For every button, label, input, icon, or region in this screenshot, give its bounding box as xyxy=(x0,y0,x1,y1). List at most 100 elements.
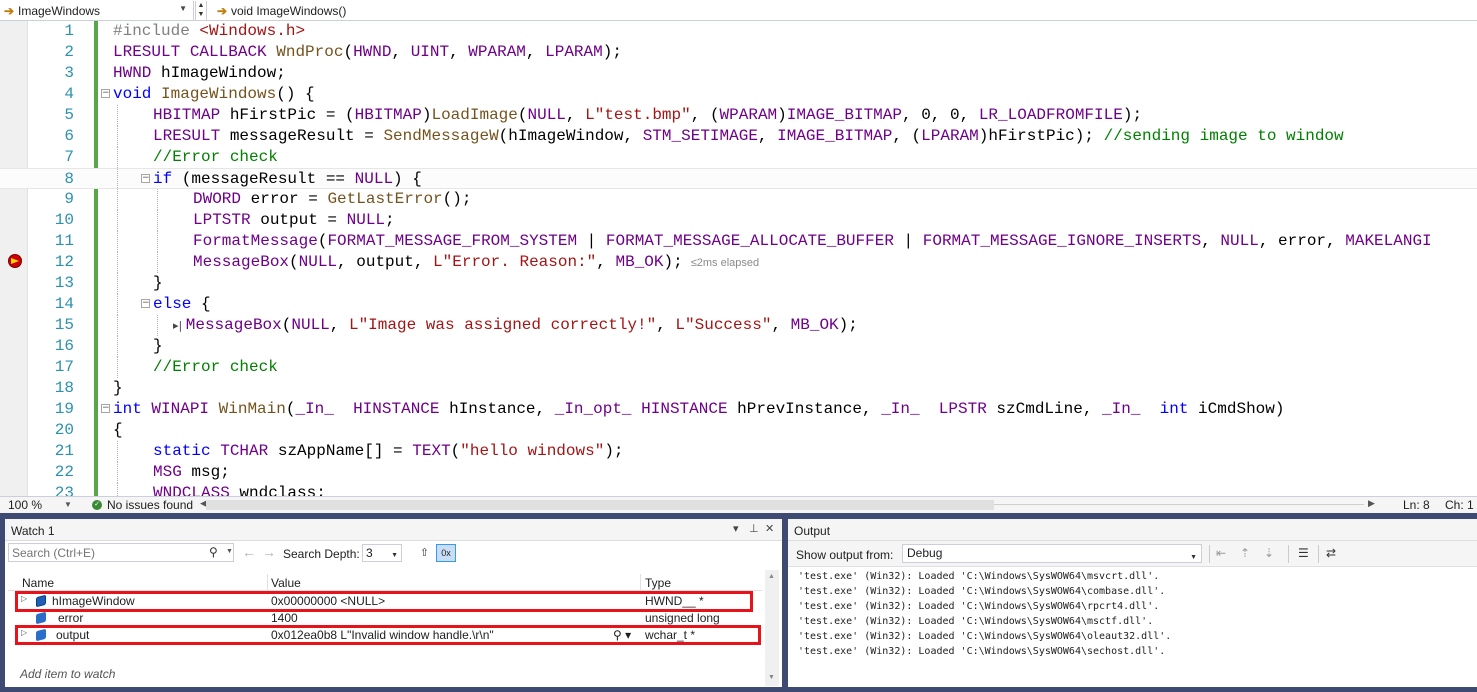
code-line[interactable]: 17 //Error check xyxy=(0,357,1477,378)
code-line[interactable]: 16} xyxy=(0,336,1477,357)
code-line[interactable]: 20 { xyxy=(0,420,1477,441)
code-line[interactable]: 11 FormatMessage(FORMAT_MESSAGE_FROM_SYST… xyxy=(0,231,1477,252)
code-text[interactable]: } xyxy=(153,336,163,357)
code-text[interactable]: static TCHAR szAppName[] = TEXT("hello w… xyxy=(153,441,624,462)
add-item-to-watch[interactable]: Add item to watch xyxy=(20,667,115,681)
watch-search-input[interactable] xyxy=(12,546,202,560)
code-text[interactable]: LRESULT messageResult = SendMessageW(hIm… xyxy=(153,126,1344,147)
collapse-outline-icon[interactable]: − xyxy=(141,174,150,183)
code-line[interactable]: 15 ▸| MessageBox(NULL, L"Image was assign… xyxy=(0,315,1477,336)
code-line[interactable]: 12 MessageBox(NULL, output, L"Error. Reas… xyxy=(0,252,1477,273)
code-token: ( xyxy=(281,316,292,334)
go-to-previous-message-icon[interactable]: ⇡ xyxy=(1240,546,1250,560)
column-header-name[interactable]: Name xyxy=(22,576,54,590)
code-text[interactable]: FormatMessage(FORMAT_MESSAGE_FROM_SYSTEM… xyxy=(193,231,1432,252)
watch-value[interactable]: 1400 xyxy=(271,611,298,625)
code-editor[interactable]: 1 #include <Windows.h> 2 LRESULT CALLBACK W… xyxy=(0,21,1477,496)
column-header-value[interactable]: Value xyxy=(271,576,301,590)
pin-to-source-icon[interactable]: ⇧ xyxy=(416,545,433,562)
close-icon[interactable]: ✕ xyxy=(765,522,774,535)
code-text[interactable]: ▸| MessageBox(NULL, L"Image was assigned… xyxy=(173,315,858,336)
run-to-click-icon[interactable]: ▸| xyxy=(173,319,186,332)
code-text[interactable]: { xyxy=(113,420,123,441)
output-source-select[interactable]: Debug ▼ xyxy=(902,544,1202,563)
code-line[interactable]: 1 #include <Windows.h> xyxy=(0,21,1477,42)
scroll-right-icon[interactable]: ▶ xyxy=(1368,498,1375,509)
code-text[interactable]: } xyxy=(113,378,123,399)
horizontal-scrollbar-track[interactable] xyxy=(994,504,1364,505)
code-text[interactable]: } xyxy=(153,273,163,294)
scroll-down-icon[interactable]: ▼ xyxy=(768,674,775,681)
code-line[interactable]: 9 DWORD error = GetLastError(); xyxy=(0,189,1477,210)
perf-tip[interactable]: ≤2ms elapsed xyxy=(691,257,759,269)
watch-title-bar[interactable]: Watch 1 ▾ ⊥ ✕ xyxy=(5,519,782,541)
search-depth-select[interactable]: 3 ▼ xyxy=(362,544,402,562)
code-line[interactable]: 23 WNDCLASS wndclass; xyxy=(0,483,1477,496)
code-line[interactable]: 4 − void ImageWindows() { xyxy=(0,84,1477,105)
collapse-outline-icon[interactable]: − xyxy=(101,89,110,98)
chevron-down-icon[interactable]: ▼ xyxy=(64,500,72,509)
pin-icon[interactable]: ⊥ xyxy=(749,522,759,535)
code-line[interactable]: 19 − int WINAPI WinMain(_In_ HINSTANCE hIn… xyxy=(0,399,1477,420)
search-icon[interactable]: ⚲ xyxy=(209,545,218,559)
code-line[interactable]: 7 //Error check xyxy=(0,147,1477,168)
code-line[interactable]: 5 HBITMAP hFirstPic = (HBITMAP) LoadImage(… xyxy=(0,105,1477,126)
code-text[interactable]: DWORD error = GetLastError(); xyxy=(193,189,471,210)
collapse-outline-icon[interactable]: − xyxy=(101,404,110,413)
code-text[interactable]: WNDCLASS wndclass; xyxy=(153,483,326,496)
column-divider[interactable] xyxy=(267,574,268,591)
code-line[interactable]: 18} xyxy=(0,378,1477,399)
code-text[interactable]: MSG msg; xyxy=(153,462,230,483)
code-line[interactable]: 3 HWND hImageWindow; xyxy=(0,63,1477,84)
member-dropdown[interactable]: ➔ void ImageWindows() xyxy=(213,1,1477,20)
window-position-dropdown-icon[interactable]: ▾ xyxy=(733,522,739,535)
scope-dropdown[interactable]: ➔ ImageWindows ▼ xyxy=(0,1,194,20)
clear-all-icon[interactable]: ☰ xyxy=(1298,546,1309,560)
code-token: DWORD xyxy=(193,190,242,208)
code-text[interactable]: int WINAPI WinMain(_In_ HINSTANCE hInsta… xyxy=(113,399,1284,420)
zoom-level[interactable]: 100 % xyxy=(8,498,42,512)
back-arrow-icon[interactable]: ← xyxy=(242,544,256,560)
code-text[interactable]: if (messageResult == NULL) { xyxy=(153,169,422,190)
code-token: , xyxy=(656,316,676,334)
scroll-up-icon[interactable]: ▲ xyxy=(768,573,775,580)
output-text-area[interactable]: 'test.exe' (Win32): Loaded 'C:\Windows\S… xyxy=(788,569,1477,685)
code-line[interactable]: 10 LPTSTR output = NULL; xyxy=(0,210,1477,231)
code-text[interactable]: MessageBox(NULL, output, L"Error. Reason… xyxy=(193,252,759,274)
code-line[interactable]: 13} xyxy=(0,273,1477,294)
code-line[interactable]: 8 − if (messageResult == NULL) { xyxy=(0,168,1477,190)
code-line[interactable]: 22 MSG msg; xyxy=(0,462,1477,483)
go-to-next-message-icon[interactable]: ⇣ xyxy=(1264,546,1274,560)
nav-spin-button[interactable]: ▲ ▼ xyxy=(195,1,207,20)
code-line[interactable]: 2 LRESULT CALLBACK WndProc(HWND, UINT, WP… xyxy=(0,42,1477,63)
issues-text: No issues found xyxy=(107,498,194,512)
code-token: , xyxy=(771,316,791,334)
forward-arrow-icon[interactable]: → xyxy=(262,544,276,560)
code-text[interactable]: LRESULT CALLBACK WndProc(HWND, UINT, WPA… xyxy=(113,42,622,63)
code-text[interactable]: #include <Windows.h> xyxy=(113,21,305,42)
issues-indicator[interactable]: ✓ No issues found xyxy=(92,498,193,512)
horizontal-scrollbar-thumb[interactable] xyxy=(206,500,994,510)
vertical-scrollbar[interactable]: ▲ ▼ xyxy=(765,570,779,686)
hex-display-icon[interactable]: 0x xyxy=(436,544,456,562)
code-text[interactable]: void ImageWindows() { xyxy=(113,84,315,105)
toggle-word-wrap-icon[interactable]: ⇄ xyxy=(1326,546,1336,560)
navigation-bar: ➔ ImageWindows ▼ ▲ ▼ ➔ void ImageWindows(… xyxy=(0,0,1477,21)
column-header-type[interactable]: Type xyxy=(645,576,671,590)
column-divider[interactable] xyxy=(640,574,641,591)
output-title-bar[interactable]: Output xyxy=(788,519,1477,541)
code-line[interactable]: 14 − else { xyxy=(0,294,1477,315)
collapse-outline-icon[interactable]: − xyxy=(141,299,150,308)
code-text[interactable]: HBITMAP hFirstPic = (HBITMAP) LoadImage(N… xyxy=(153,105,1142,126)
code-text[interactable]: else { xyxy=(153,294,211,315)
code-text[interactable]: LPTSTR output = NULL; xyxy=(193,210,395,231)
find-message-in-code-icon[interactable]: ⇤ xyxy=(1216,546,1226,560)
chevron-down-icon[interactable]: ▼ xyxy=(226,548,233,555)
code-text[interactable]: HWND hImageWindow; xyxy=(113,63,286,84)
code-text[interactable]: //Error check xyxy=(153,147,278,168)
current-statement-breakpoint-icon[interactable] xyxy=(8,254,22,268)
watch-search-box[interactable]: ⚲ ▼ xyxy=(8,543,234,562)
code-line[interactable]: 6 LRESULT messageResult = SendMessageW(hI… xyxy=(0,126,1477,147)
code-text[interactable]: //Error check xyxy=(153,357,278,378)
code-line[interactable]: 21 static TCHAR szAppName[] = TEXT("hello… xyxy=(0,441,1477,462)
